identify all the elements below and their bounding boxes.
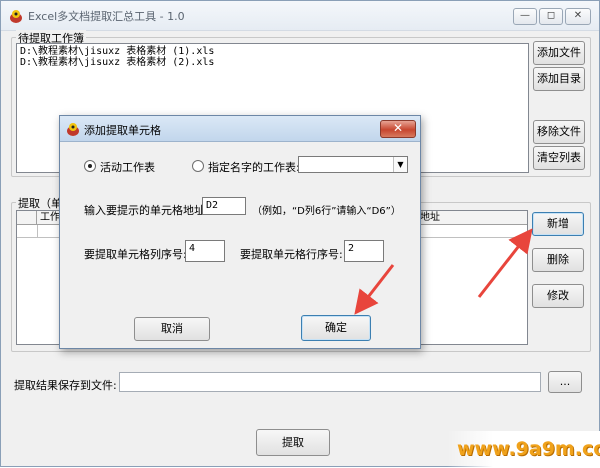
address-hint: （例如，“D列6行”请输入“D6”） xyxy=(252,206,401,217)
add-file-button[interactable]: 添加文件 xyxy=(533,41,585,65)
add-cell-dialog: 添加提取单元格 ✕ 活动工作表 指定名字的工作表: ▼ 输入要提示的单元格地址:… xyxy=(59,115,421,349)
radio-active-sheet-label[interactable]: 活动工作表 xyxy=(100,159,155,175)
radio-named-sheet[interactable] xyxy=(192,160,204,172)
cancel-button[interactable]: 取消 xyxy=(134,317,210,341)
row-input[interactable]: 2 xyxy=(344,240,384,262)
delete-button[interactable]: 删除 xyxy=(532,248,584,272)
add-button[interactable]: 新增 xyxy=(532,212,584,236)
edit-button[interactable]: 修改 xyxy=(532,284,584,308)
add-directory-button[interactable]: 添加目录 xyxy=(533,67,585,91)
window-title: Excel多文档提取汇总工具 - 1.0 xyxy=(28,10,185,23)
close-button[interactable]: ✕ xyxy=(565,8,591,25)
save-path-input[interactable] xyxy=(119,372,541,392)
column-input[interactable]: 4 xyxy=(185,240,225,262)
save-path-label: 提取结果保存到文件: xyxy=(14,379,117,392)
address-input[interactable]: D2 xyxy=(202,197,246,215)
dialog-close-button[interactable]: ✕ xyxy=(380,120,416,138)
sheet-name-combo[interactable]: ▼ xyxy=(298,156,408,173)
remove-file-button[interactable]: 移除文件 xyxy=(533,120,585,144)
clear-list-button[interactable]: 清空列表 xyxy=(533,146,585,170)
extract-run-button[interactable]: 提取 xyxy=(256,429,330,456)
maximize-button[interactable]: ◻ xyxy=(539,8,563,25)
grid-corner xyxy=(17,211,37,225)
dialog-title: 添加提取单元格 xyxy=(84,124,161,137)
watermark-text: www.9a9m.com xyxy=(457,438,600,460)
address-label: 输入要提示的单元格地址: xyxy=(84,204,209,217)
list-item[interactable]: D:\教程素材\jisuxz 表格素材 (2).xls xyxy=(20,57,525,68)
main-window: Excel多文档提取汇总工具 - 1.0 — ◻ ✕ 待提取工作簿 D:\教程素… xyxy=(0,0,600,468)
radio-active-sheet[interactable] xyxy=(84,160,96,172)
app-icon xyxy=(10,10,22,23)
row-label: 要提取单元格行序号: xyxy=(240,248,343,261)
ok-button[interactable]: 确定 xyxy=(301,315,371,341)
column-label: 要提取单元格列序号: xyxy=(84,248,187,261)
browse-button[interactable]: ... xyxy=(548,371,582,393)
grid-column-address[interactable]: 地址 xyxy=(417,211,469,225)
list-item[interactable]: D:\教程素材\jisuxz 表格素材 (1).xls xyxy=(20,46,525,57)
dialog-app-icon xyxy=(67,123,79,136)
radio-named-sheet-label[interactable]: 指定名字的工作表: xyxy=(208,159,300,175)
minimize-button[interactable]: — xyxy=(513,8,537,25)
dialog-title-bar[interactable]: 添加提取单元格 ✕ xyxy=(60,116,420,142)
title-bar[interactable]: Excel多文档提取汇总工具 - 1.0 — ◻ ✕ xyxy=(1,1,599,31)
chevron-down-icon[interactable]: ▼ xyxy=(393,157,407,172)
